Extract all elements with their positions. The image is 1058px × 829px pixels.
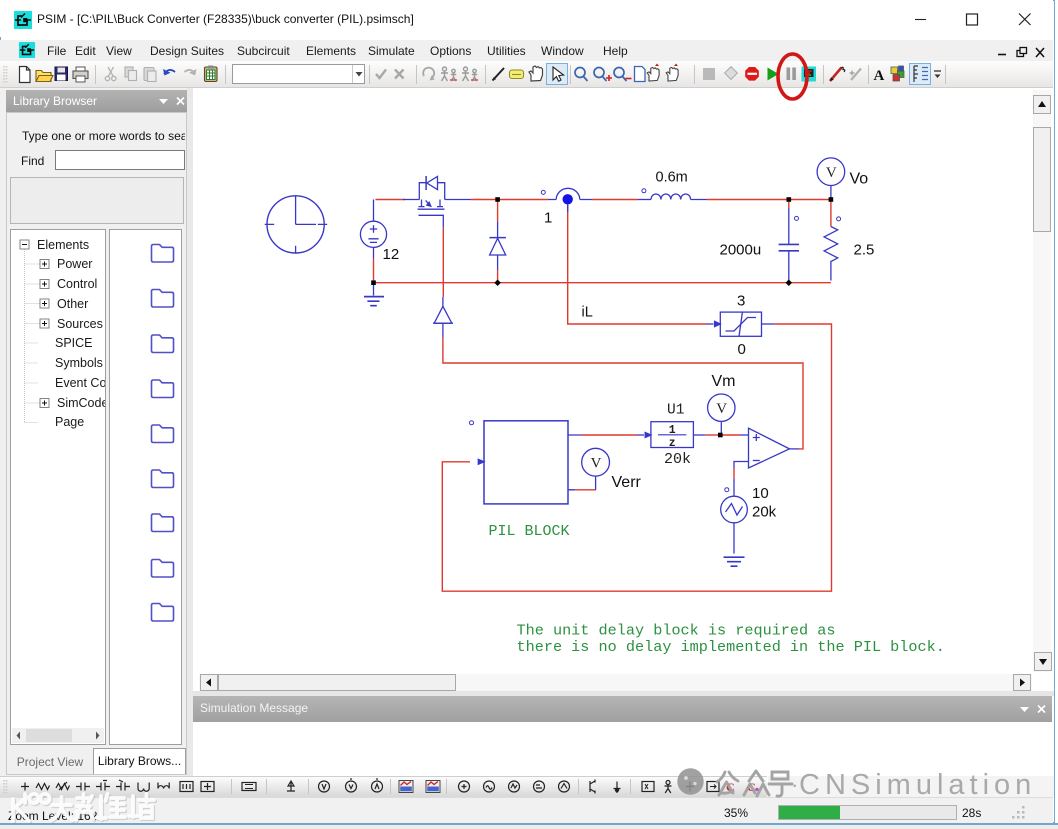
svg-text:2000u: 2000u — [720, 242, 762, 259]
svg-text:10: 10 — [752, 485, 769, 502]
svg-text:The unit delay block is requir: The unit delay block is required as — [517, 622, 836, 640]
svg-text:Vo: Vo — [850, 171, 869, 188]
svg-text:Verr: Verr — [612, 474, 642, 491]
svg-text:V: V — [826, 165, 837, 181]
svg-text:V: V — [591, 456, 602, 472]
svg-text:12: 12 — [383, 246, 400, 263]
svg-text:2.5: 2.5 — [854, 242, 875, 259]
svg-text:Vm: Vm — [712, 373, 736, 390]
svg-text:CNSimulation: CNSimulation — [799, 769, 1036, 801]
svg-text:0: 0 — [738, 341, 746, 358]
svg-text:there is no delay implemented: there is no delay implemented in the PIL… — [517, 638, 945, 656]
svg-text:U1: U1 — [667, 403, 684, 419]
svg-text:0.6m: 0.6m — [656, 170, 688, 186]
svg-text:20k: 20k — [664, 451, 691, 468]
svg-text:3: 3 — [737, 293, 745, 310]
svg-text:PIL BLOCK: PIL BLOCK — [489, 523, 570, 540]
svg-text:1: 1 — [669, 424, 676, 437]
svg-text:20k: 20k — [752, 504, 777, 521]
svg-text:z: z — [669, 437, 676, 450]
svg-text:1: 1 — [544, 210, 552, 227]
svg-text:iL: iL — [582, 305, 593, 321]
svg-text:·: · — [791, 772, 798, 797]
svg-text:V: V — [716, 401, 727, 417]
